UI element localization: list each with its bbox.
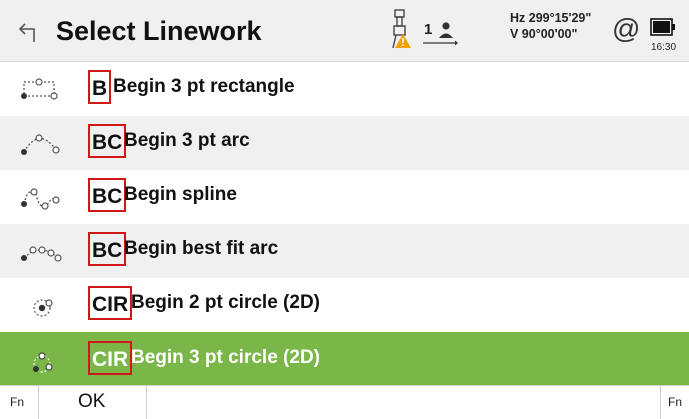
back-icon[interactable] — [16, 20, 38, 44]
at-symbol[interactable]: @ — [612, 14, 640, 44]
list-item-circle-3pt[interactable]: CIR Begin 3 pt circle (2D) — [0, 332, 689, 389]
code-box: BC — [88, 178, 126, 212]
item-label: Begin 3 pt arc — [124, 130, 250, 151]
item-label: Begin 2 pt circle (2D) — [131, 292, 320, 313]
spline-icon — [21, 188, 60, 210]
fn-right-key[interactable]: Fn — [668, 395, 682, 409]
ok-button[interactable]: OK — [78, 391, 105, 413]
softkey-bar: Fn OK Fn — [0, 385, 689, 419]
code-box: CIR — [88, 341, 132, 375]
list-item-circle-2pt[interactable]: CIR Begin 2 pt circle (2D) — [0, 278, 689, 332]
angle-readout: Hz 299°15'29" V 90°00'00" — [510, 10, 591, 42]
linework-list: B Begin 3 pt rectangle BC Begin 3 pt arc… — [0, 62, 689, 389]
code-box: CIR — [88, 286, 132, 320]
person-icon — [439, 22, 453, 38]
item-label: Begin best fit arc — [124, 238, 279, 259]
hz-angle: Hz 299°15'29" — [510, 11, 592, 25]
code-box: BC — [88, 124, 126, 158]
page-title: Select Linework — [56, 16, 262, 46]
circle-2pt-icon — [33, 299, 53, 317]
job-number: 1 — [424, 21, 433, 38]
best-fit-arc-icon — [21, 246, 62, 262]
circle-3pt-icon — [33, 352, 53, 373]
underline-arrow-icon — [423, 40, 458, 46]
list-item-best-fit-arc[interactable]: BC Begin best fit arc — [0, 224, 689, 278]
code-box: B — [88, 70, 111, 104]
softkey-divider — [38, 386, 39, 419]
softkey-divider — [660, 386, 661, 419]
clock-time: 16:30 — [651, 42, 677, 53]
softkey-divider — [146, 386, 147, 419]
item-label: Begin 3 pt circle (2D) — [131, 347, 320, 368]
list-item-rectangle[interactable]: B Begin 3 pt rectangle — [0, 62, 689, 116]
code-box: BC — [88, 232, 126, 266]
list-item-arc[interactable]: BC Begin 3 pt arc — [0, 116, 689, 170]
arc-3pt-icon — [21, 134, 60, 155]
v-angle: V 90°00'00" — [510, 27, 578, 41]
item-label: Begin spline — [124, 184, 237, 205]
list-item-spline[interactable]: BC Begin spline — [0, 170, 689, 224]
title-bar: Select Linework 1 Hz 299°15'29" V 90°00'… — [0, 0, 689, 62]
total-station-warning-icon[interactable] — [388, 8, 412, 50]
rectangle-3pt-icon — [21, 78, 58, 100]
fn-left-key[interactable]: Fn — [10, 395, 24, 409]
item-label: Begin 3 pt rectangle — [113, 76, 295, 97]
battery-icon — [650, 18, 675, 36]
